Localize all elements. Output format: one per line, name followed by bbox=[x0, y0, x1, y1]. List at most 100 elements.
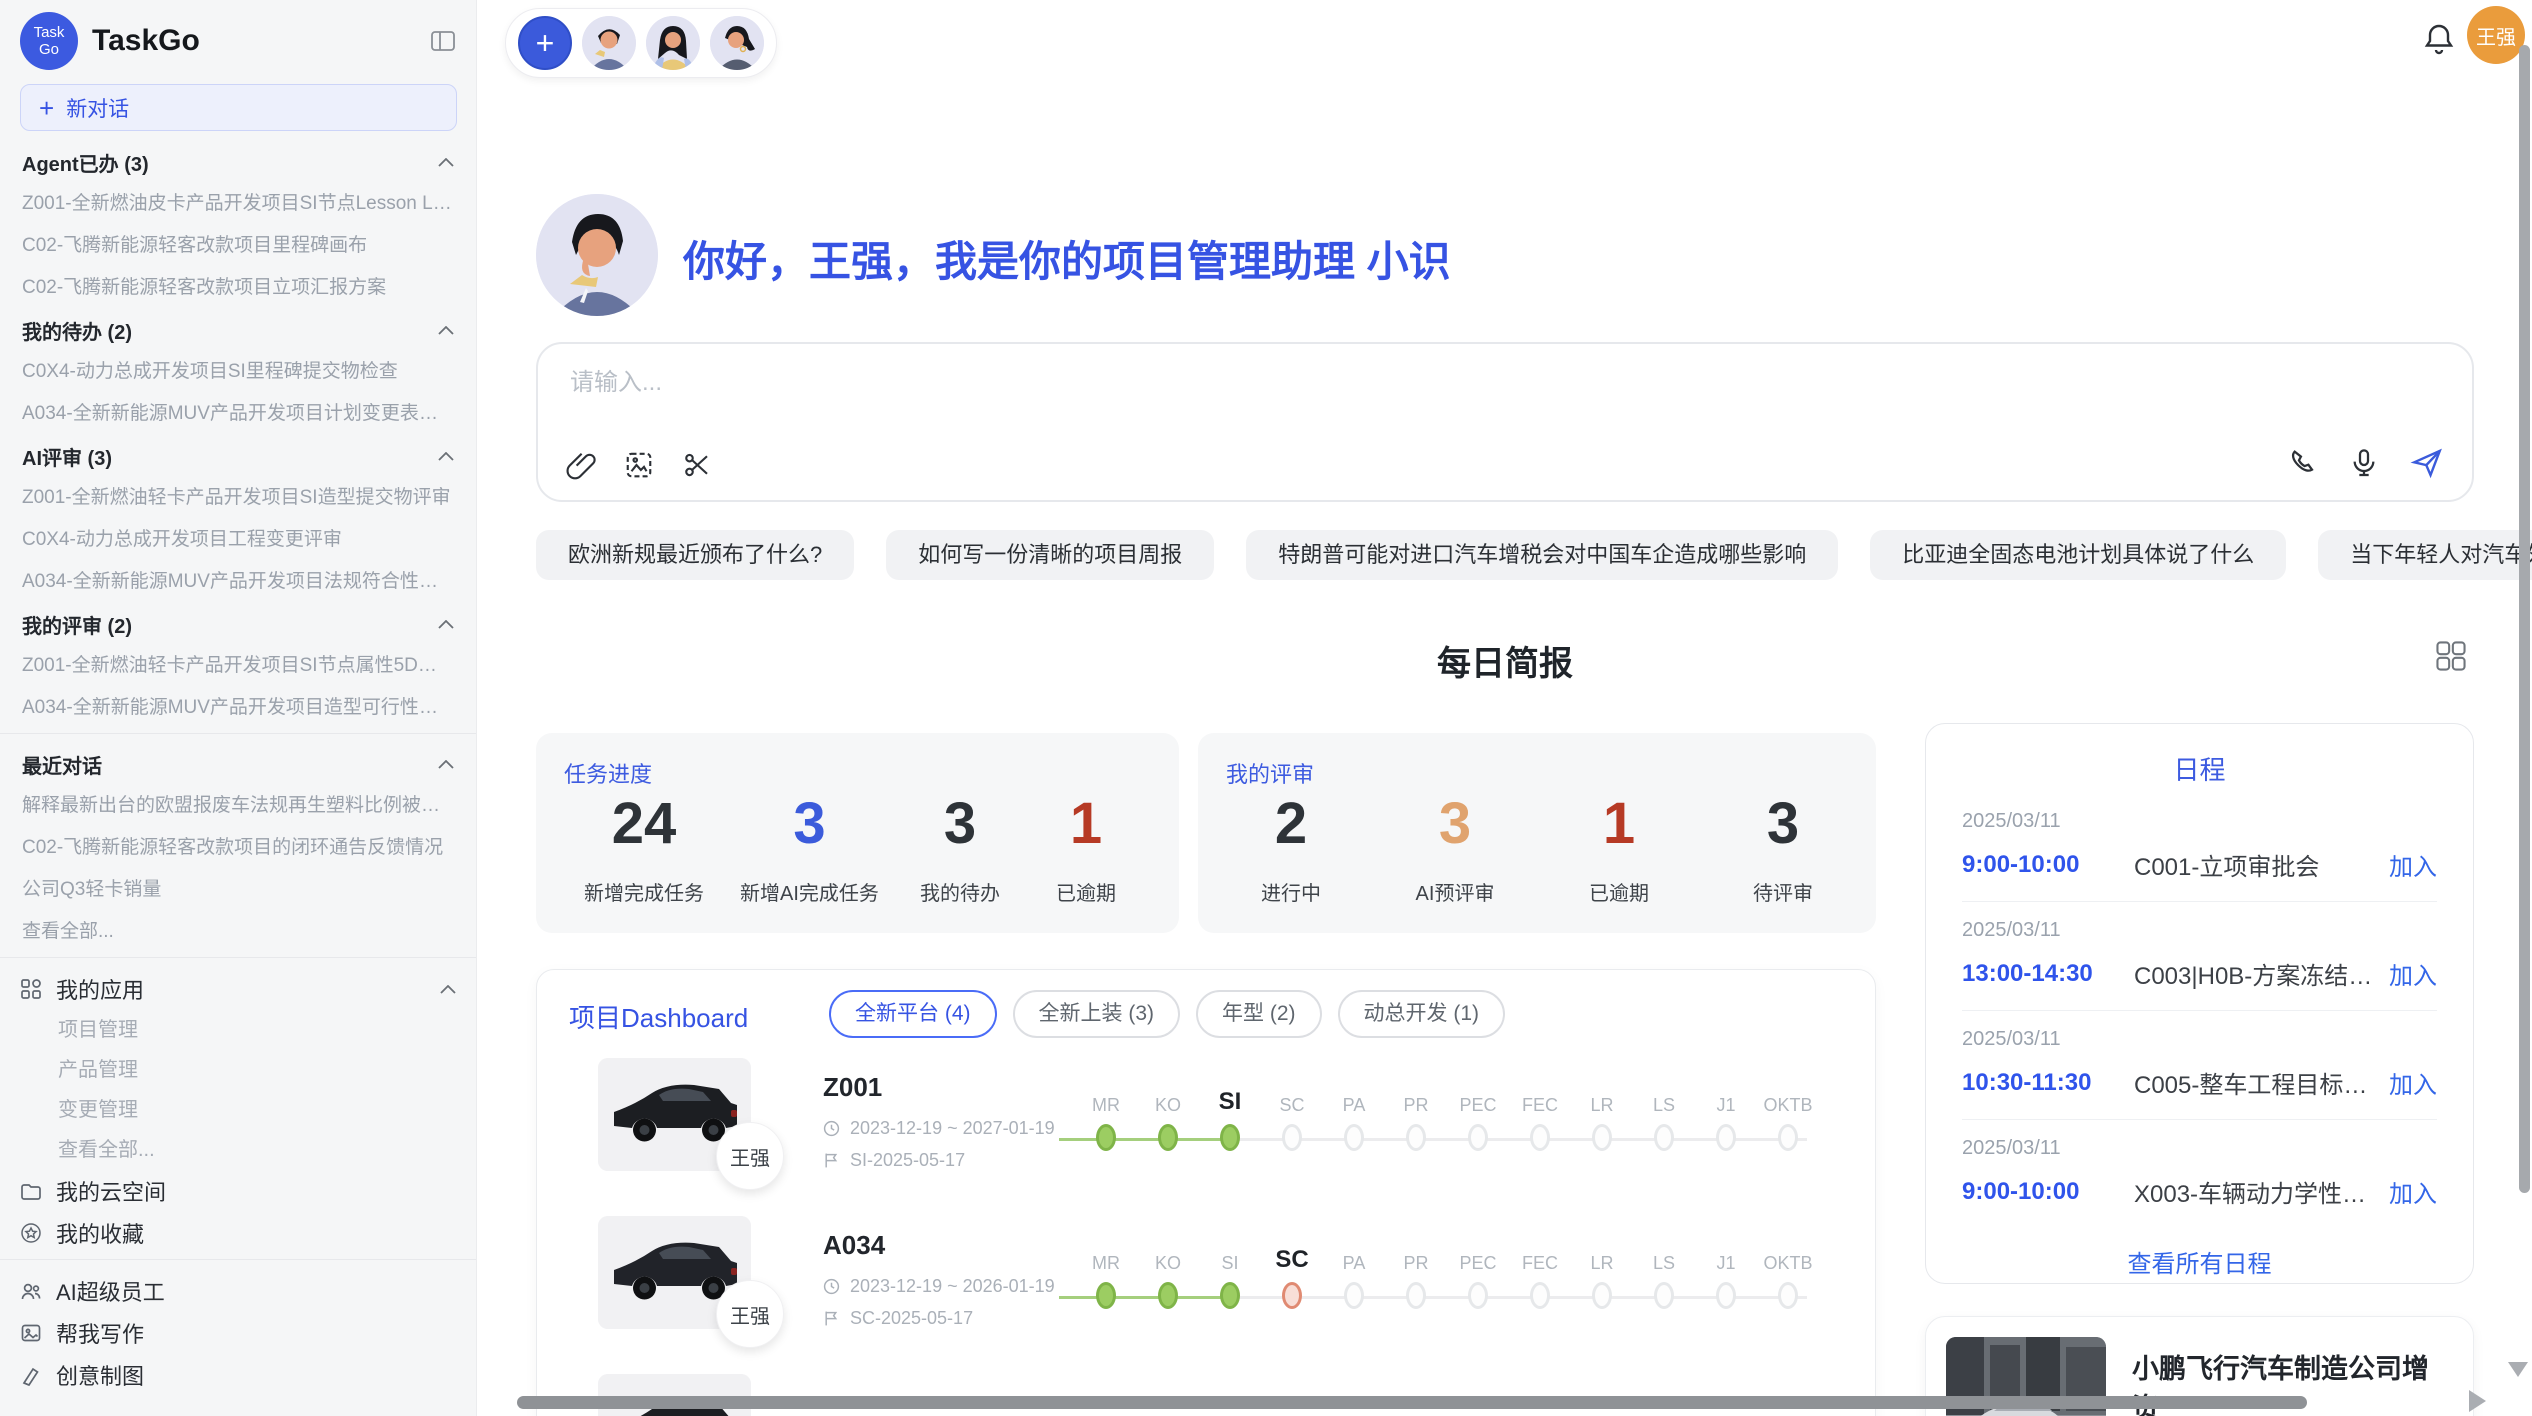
filter-new-body[interactable]: 全新上装 (3) bbox=[1013, 990, 1181, 1038]
divider bbox=[0, 1259, 476, 1260]
people-icon bbox=[20, 1280, 42, 1302]
milestone-label: SC bbox=[1261, 1236, 1323, 1274]
view-all-apps-link[interactable]: 查看全部... bbox=[0, 1139, 476, 1161]
sidebar-item-creative-drawing[interactable]: 创意制图 bbox=[0, 1363, 476, 1387]
filter-powertrain[interactable]: 动总开发 (1) bbox=[1338, 990, 1506, 1038]
new-conversation-button[interactable]: + 新对话 bbox=[20, 84, 457, 131]
join-meeting-link[interactable]: 加入 bbox=[2389, 956, 2437, 991]
horizontal-scrollbar-thumb[interactable] bbox=[517, 1396, 2307, 1409]
join-meeting-link[interactable]: 加入 bbox=[2389, 847, 2437, 882]
user-avatar[interactable]: 王强 bbox=[2467, 6, 2525, 64]
sidebar-item-cloud-space[interactable]: 我的云空间 bbox=[0, 1179, 476, 1203]
stat-value: 3 bbox=[915, 795, 1005, 853]
suggestion-chip[interactable]: 如何写一份清晰的项目周报 bbox=[886, 530, 1214, 580]
stat-value: 1 bbox=[1574, 795, 1664, 853]
section-ai-review[interactable]: AI评审 (3) bbox=[0, 445, 476, 467]
join-meeting-link[interactable]: 加入 bbox=[2389, 1065, 2437, 1100]
screenshot-button[interactable] bbox=[682, 450, 712, 480]
schedule-item: 2025/03/11 9:00-10:00 C001-立项审批会 加入 bbox=[1962, 793, 2437, 901]
project-date-range: 2023-12-19 ~ 2027-01-19 bbox=[823, 1118, 1055, 1139]
sidebar-item-favorites[interactable]: 我的收藏 bbox=[0, 1221, 476, 1245]
conversation-item[interactable]: C0X4-动力总成开发项目SI里程碑提交物检查 bbox=[0, 361, 476, 383]
suggestion-chip[interactable]: 特朗普可能对进口汽车增税会对中国车企造成哪些影响 bbox=[1246, 530, 1838, 580]
app-link-change-mgmt[interactable]: 变更管理 bbox=[0, 1099, 476, 1121]
suggestion-chip[interactable]: 比亚迪全固态电池计划具体说了什么 bbox=[1870, 530, 2286, 580]
dashboard-filters: 全新平台 (4) 全新上装 (3) 年型 (2) 动总开发 (1) bbox=[829, 990, 1505, 1038]
app-link-project-mgmt[interactable]: 项目管理 bbox=[0, 1019, 476, 1041]
filter-model-year[interactable]: 年型 (2) bbox=[1196, 990, 1322, 1038]
send-button[interactable] bbox=[2410, 446, 2444, 480]
voice-call-button[interactable] bbox=[2286, 447, 2318, 479]
my-apps-label: 我的应用 bbox=[56, 973, 144, 1005]
project-row[interactable]: 王强 A034 2023-12-19 ~ 2026-01-19 SC-2025-… bbox=[567, 1216, 1845, 1374]
project-owner-badge: 王强 bbox=[716, 1122, 784, 1190]
recent-chat-item[interactable]: 公司Q3轻卡销量 bbox=[0, 879, 476, 901]
conversation-item[interactable]: C02-飞腾新能源轻客改款项目里程碑画布 bbox=[0, 235, 476, 257]
conversation-item[interactable]: C0X4-动力总成开发项目工程变更评审 bbox=[0, 529, 476, 551]
vertical-scrollbar-thumb[interactable] bbox=[2519, 45, 2530, 1193]
layout-grid-icon[interactable] bbox=[2435, 640, 2467, 672]
section-recent-chats[interactable]: 最近对话 bbox=[0, 753, 476, 775]
message-input[interactable] bbox=[568, 368, 2068, 398]
member-avatar[interactable] bbox=[582, 16, 636, 70]
sidebar-item-ai-employee[interactable]: AI超级员工 bbox=[0, 1279, 476, 1303]
sidebar-item-my-apps[interactable]: 我的应用 bbox=[0, 977, 476, 1001]
chevron-up-icon[interactable] bbox=[438, 158, 454, 167]
scissors-icon bbox=[682, 450, 712, 480]
sidebar-item-help-write[interactable]: 帮我写作 bbox=[0, 1321, 476, 1345]
suggestion-chip[interactable]: 当下年轻人对汽车外观有怎样的喜好趋势 bbox=[2318, 530, 2532, 580]
project-date-range: 2023-12-19 ~ 2026-01-19 bbox=[823, 1276, 1055, 1297]
attach-image-button[interactable] bbox=[624, 450, 654, 480]
chevron-up-icon[interactable] bbox=[438, 760, 454, 769]
filter-new-platform[interactable]: 全新平台 (4) bbox=[829, 990, 997, 1038]
conversation-item[interactable]: Z001-全新燃油轻卡产品开发项目SI造型提交物评审 bbox=[0, 487, 476, 509]
conversation-item[interactable]: A034-全新新能源MUV产品开发项目造型可行性评审 bbox=[0, 697, 476, 719]
microphone-button[interactable] bbox=[2348, 447, 2380, 479]
schedule-date: 2025/03/11 bbox=[1962, 810, 2437, 833]
milestone-label: PR bbox=[1385, 1236, 1447, 1274]
team-avatar-bar: + bbox=[505, 8, 777, 78]
stat-my-todo: 3 我的待办 bbox=[915, 795, 1005, 906]
project-row[interactable]: 王强 Z001 2023-12-19 ~ 2027-01-19 SI-2025-… bbox=[567, 1058, 1845, 1216]
scroll-down-arrow-icon[interactable] bbox=[2508, 1362, 2528, 1377]
conversation-item[interactable]: A034-全新新能源MUV产品开发项目法规符合性评审 bbox=[0, 571, 476, 593]
join-meeting-link[interactable]: 加入 bbox=[2389, 1174, 2437, 1209]
chevron-up-icon[interactable] bbox=[438, 620, 454, 629]
add-member-button[interactable]: + bbox=[518, 16, 572, 70]
app-link-product-mgmt[interactable]: 产品管理 bbox=[0, 1059, 476, 1081]
conversation-item[interactable]: A034-全新新能源MUV产品开发项目计划变更表编写 bbox=[0, 403, 476, 425]
sidebar-header: Task Go TaskGo bbox=[0, 0, 476, 74]
section-my-todo[interactable]: 我的待办 (2) bbox=[0, 319, 476, 341]
section-my-review[interactable]: 我的评审 (2) bbox=[0, 613, 476, 635]
recent-chat-item[interactable]: 解释最新出台的欧盟报废车法规再生塑料比例被调至15%... bbox=[0, 795, 476, 817]
member-avatar[interactable] bbox=[646, 16, 700, 70]
milestone-dot bbox=[1282, 1282, 1302, 1309]
suggestion-chips: 欧洲新规最近颁布了什么? 如何写一份清晰的项目周报 特朗普可能对进口汽车增税会对… bbox=[536, 530, 2532, 580]
cloud-space-label: 我的云空间 bbox=[56, 1175, 166, 1207]
member-avatar[interactable] bbox=[710, 16, 764, 70]
suggestion-chip[interactable]: 欧洲新规最近颁布了什么? bbox=[536, 530, 854, 580]
schedule-item: 2025/03/11 9:00-10:00 X003-车辆动力学性能验... 加… bbox=[1962, 1119, 2437, 1228]
view-all-schedule-link[interactable]: 查看所有日程 bbox=[1962, 1244, 2437, 1279]
chevron-up-icon[interactable] bbox=[440, 985, 456, 994]
composer-attachments bbox=[566, 450, 712, 480]
section-agent-done[interactable]: Agent已办 (3) bbox=[0, 151, 476, 173]
divider bbox=[0, 957, 476, 958]
recent-chat-item[interactable]: C02-飞腾新能源轻客改款项目的闭环通告反馈情况 bbox=[0, 837, 476, 859]
milestone-label: FEC bbox=[1509, 1236, 1571, 1274]
sidebar-collapse-icon[interactable] bbox=[430, 29, 456, 53]
conversation-item[interactable]: Z001-全新燃油皮卡产品开发项目SI节点Lesson Learn报告 bbox=[0, 193, 476, 215]
chevron-up-icon[interactable] bbox=[438, 326, 454, 335]
schedule-time: 13:00-14:30 bbox=[1962, 960, 2134, 988]
stat-overdue: 1 已逾期 bbox=[1041, 795, 1131, 906]
daily-briefing-title: 每日简报 bbox=[536, 636, 2474, 685]
scroll-right-arrow-icon[interactable] bbox=[2469, 1390, 2486, 1412]
conversation-item[interactable]: Z001-全新燃油轻卡产品开发项目SI节点属性5D文件评审 bbox=[0, 655, 476, 677]
stat-value: 3 bbox=[740, 795, 879, 853]
star-badge-icon bbox=[20, 1222, 42, 1244]
attach-file-button[interactable] bbox=[566, 450, 596, 480]
chevron-up-icon[interactable] bbox=[438, 452, 454, 461]
notification-bell-icon[interactable] bbox=[2421, 20, 2457, 56]
conversation-item[interactable]: C02-飞腾新能源轻客改款项目立项汇报方案 bbox=[0, 277, 476, 299]
view-all-chats-link[interactable]: 查看全部... bbox=[0, 921, 476, 943]
